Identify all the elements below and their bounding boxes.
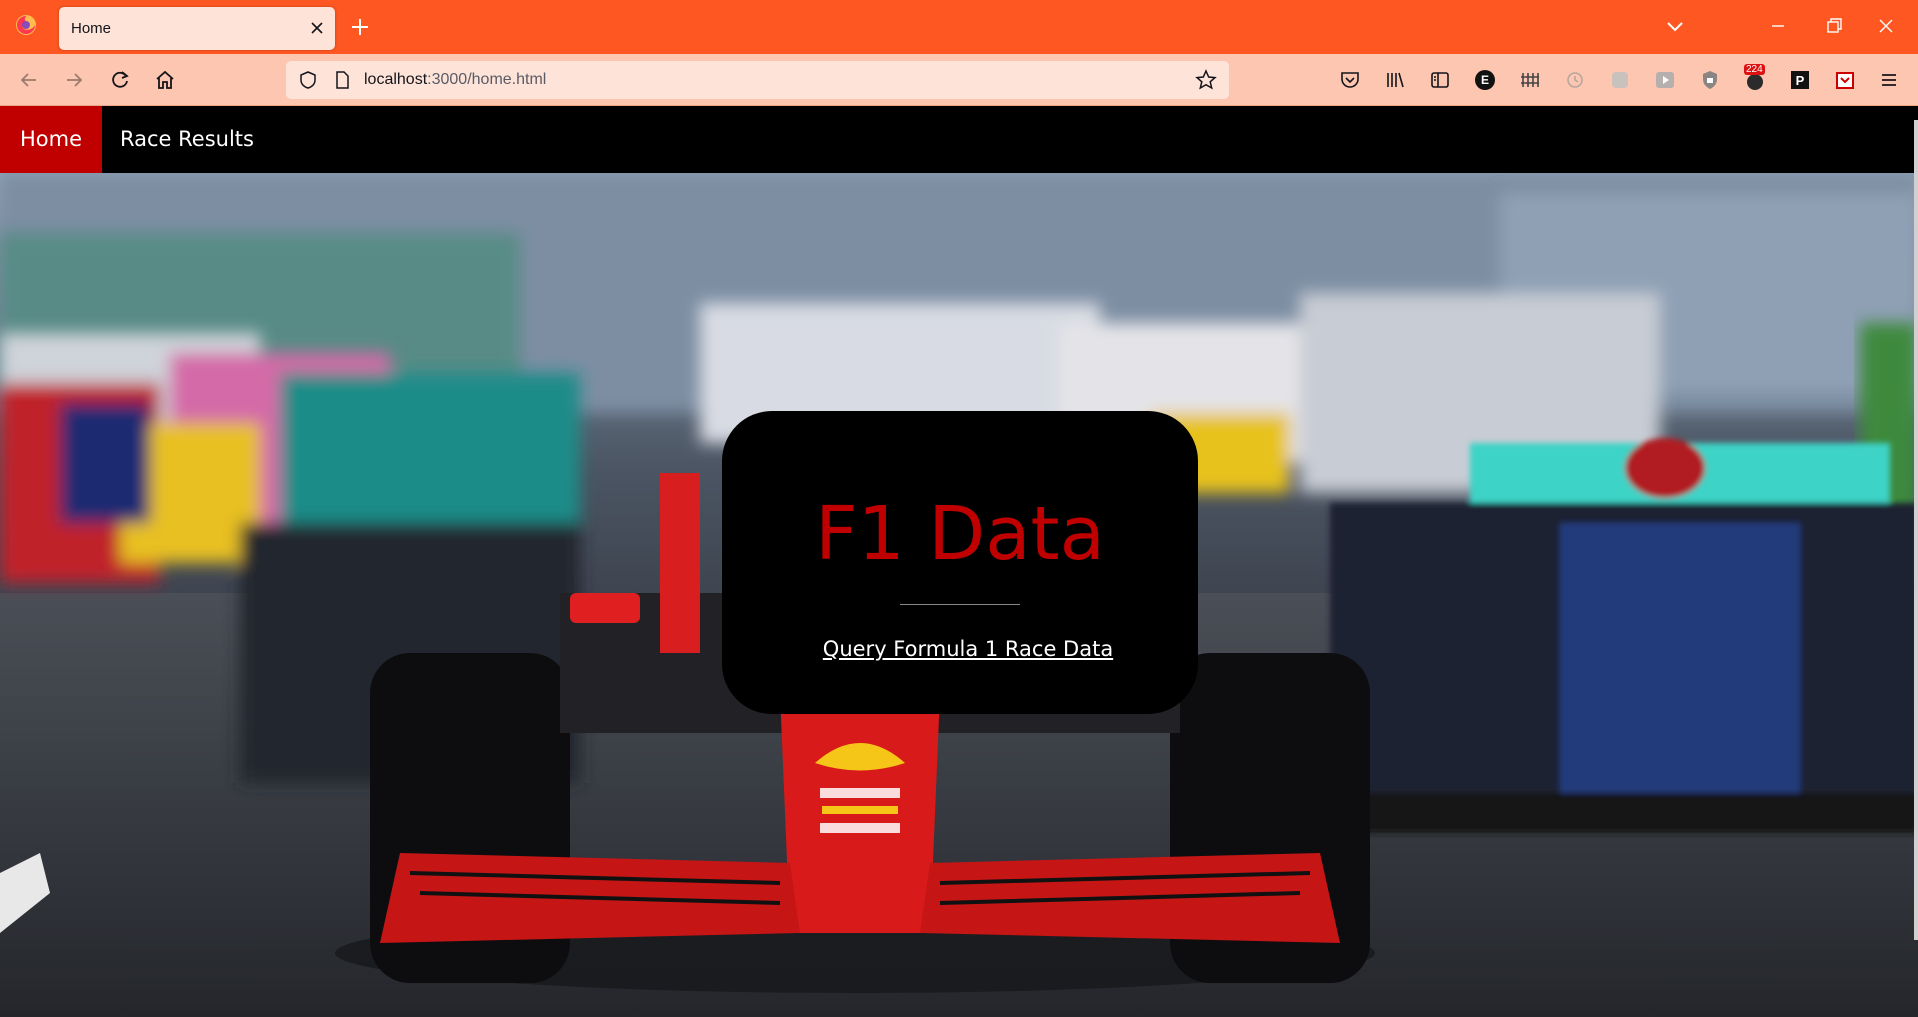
back-icon[interactable] [16, 67, 42, 93]
browser-toolbar: localhost:3000/home.html E 224 P [0, 54, 1918, 106]
new-tab-icon[interactable] [349, 16, 371, 38]
list-all-tabs-icon[interactable] [1664, 17, 1686, 37]
url-path: :3000/home.html [427, 71, 547, 88]
history-icon[interactable] [1562, 67, 1588, 93]
close-tab-icon[interactable] [309, 20, 325, 36]
hero-title: F1 Data [815, 491, 1105, 577]
hero-divider [900, 604, 1020, 605]
extension-p-letter: P [1795, 72, 1805, 88]
menu-icon[interactable] [1876, 67, 1902, 93]
shield-icon[interactable] [1697, 67, 1723, 93]
site-navbar: Home Race Results [0, 106, 1918, 173]
browser-tab-bar: Home [0, 0, 1918, 54]
pocket-icon[interactable] [1337, 67, 1363, 93]
extension-icon[interactable] [1607, 67, 1633, 93]
badge-extension-icon[interactable]: 224 [1742, 64, 1768, 93]
page-info-icon[interactable] [332, 70, 352, 90]
video-icon[interactable] [1652, 67, 1678, 93]
extension-e-letter: E [1480, 73, 1489, 87]
nav-race-results-link[interactable]: Race Results [100, 106, 274, 173]
extension-badge-count: 224 [1744, 64, 1765, 75]
extension-box-icon[interactable] [1832, 67, 1858, 93]
url-bar[interactable]: localhost:3000/home.html [286, 61, 1229, 99]
extension-p-icon[interactable]: P [1787, 67, 1813, 93]
tracking-protection-icon[interactable] [298, 70, 318, 90]
url-text[interactable]: localhost:3000/home.html [364, 71, 546, 89]
forward-icon[interactable] [61, 67, 87, 93]
extension-grid-icon[interactable] [1517, 67, 1543, 93]
home-icon[interactable] [152, 67, 178, 93]
restore-icon[interactable] [1822, 14, 1846, 38]
query-race-data-link[interactable]: Query Formula 1 Race Data [722, 637, 1198, 661]
reload-icon[interactable] [107, 67, 133, 93]
extension-e-icon[interactable]: E [1472, 67, 1498, 93]
hero-card: F1 Data Query Formula 1 Race Data [722, 411, 1198, 714]
bookmark-star-icon[interactable] [1195, 69, 1217, 91]
active-tab[interactable]: Home [59, 7, 335, 50]
url-host: localhost [364, 71, 428, 88]
nav-home-link[interactable]: Home [0, 106, 103, 173]
web-page: Home Race Results F1 Data Query Formula … [0, 106, 1918, 1017]
tab-title: Home [71, 20, 112, 37]
firefox-logo-icon[interactable] [14, 13, 38, 37]
page-scrollbar[interactable] [1914, 120, 1918, 940]
library-icon[interactable] [1382, 67, 1408, 93]
minimize-icon[interactable] [1766, 14, 1790, 38]
close-window-icon[interactable] [1874, 14, 1898, 38]
sidebar-icon[interactable] [1427, 67, 1453, 93]
